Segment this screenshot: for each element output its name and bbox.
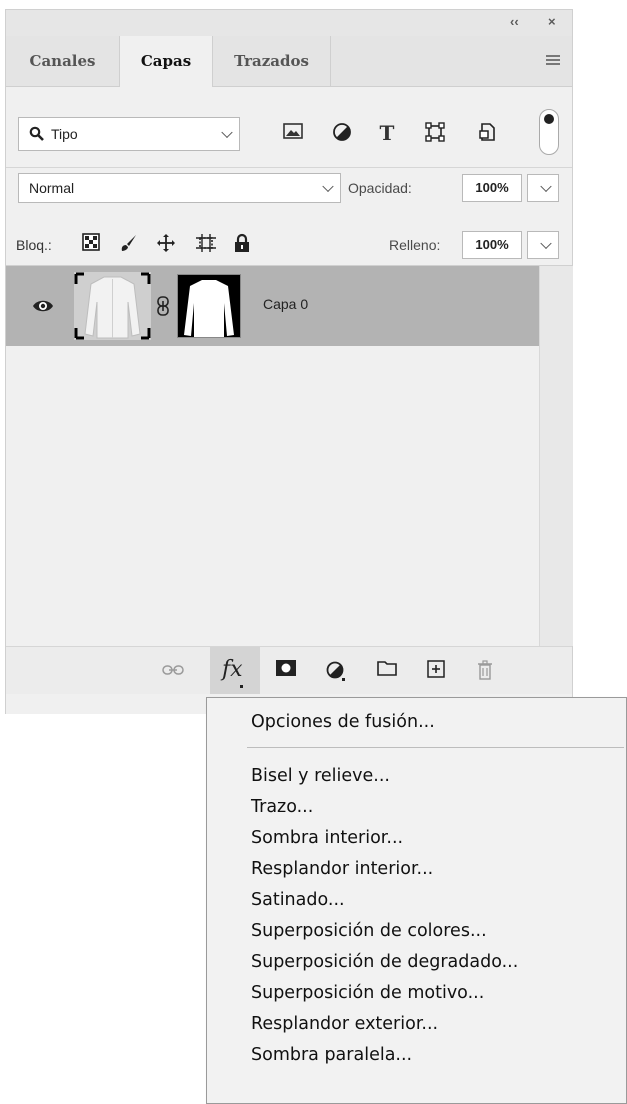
layer-style-fx-button[interactable]: fx — [210, 647, 260, 695]
tab-capas[interactable]: Capas — [120, 36, 213, 87]
blend-mode-dropdown[interactable]: Normal — [18, 173, 341, 203]
menu-item-inner-shadow[interactable]: Sombra interior... — [251, 828, 403, 848]
tab-trazados[interactable]: Trazados — [213, 36, 331, 86]
shape-filter-icon[interactable] — [424, 122, 446, 144]
lock-image-pixels-icon[interactable] — [117, 233, 139, 255]
folder-icon[interactable] — [375, 660, 399, 682]
eye-visibility-icon[interactable] — [32, 295, 54, 317]
tab-canales[interactable]: Canales — [6, 36, 120, 86]
shirt-thumbnail-icon — [74, 272, 151, 340]
menu-item-drop-shadow[interactable]: Sombra paralela... — [251, 1045, 412, 1065]
new-layer-icon[interactable] — [424, 660, 448, 682]
fx-icon: fx — [222, 657, 243, 682]
lock-all-icon[interactable] — [231, 233, 253, 255]
opacity-slider-button[interactable] — [527, 174, 559, 202]
lock-position-icon[interactable] — [155, 233, 177, 255]
fill-label: Relleno: — [389, 237, 441, 253]
menu-item-satin[interactable]: Satinado... — [251, 890, 345, 910]
menu-item-pattern-overlay[interactable]: Superposición de motivo... — [251, 983, 484, 1003]
adjustment-layer-icon[interactable] — [324, 660, 348, 682]
panel-menu-icon[interactable] — [546, 55, 560, 67]
fill-slider-button[interactable] — [527, 231, 559, 259]
filter-kind-label: Tipo — [51, 126, 78, 142]
layer-mask-thumbnail[interactable] — [177, 274, 241, 338]
lock-transparent-pixels-icon[interactable] — [80, 233, 102, 255]
layer-style-menu: Opciones de fusión... Bisel y relieve...… — [206, 697, 627, 1104]
lock-artboard-icon[interactable] — [195, 233, 217, 255]
lock-row: Bloq.: Relleno: 100% — [6, 217, 572, 266]
opacity-input[interactable]: 100% — [462, 174, 522, 202]
panel-tabs: Canales Capas Trazados — [6, 36, 572, 87]
link-layers-icon[interactable] — [161, 660, 185, 682]
type-filter-icon[interactable]: T — [376, 122, 398, 144]
chevron-down-icon — [540, 180, 552, 193]
chevron-down-icon — [322, 180, 334, 193]
image-filter-icon[interactable] — [282, 122, 304, 144]
add-mask-icon[interactable] — [274, 660, 298, 682]
trash-icon[interactable] — [473, 660, 497, 682]
toggle-knob — [544, 114, 554, 124]
layers-scrollbar[interactable] — [539, 266, 573, 646]
menu-item-inner-glow[interactable]: Resplandor interior... — [251, 859, 433, 879]
blend-row: Normal Opacidad: 100% — [6, 168, 572, 208]
panel-titlebar: ‹‹ × — [6, 10, 572, 36]
menu-item-gradient-overlay[interactable]: Superposición de degradado... — [251, 952, 518, 972]
layers-list: Capa 0 — [6, 266, 539, 646]
menu-separator — [247, 747, 624, 748]
layers-panel: ‹‹ × Canales Capas Trazados Tipo T Norma… — [5, 9, 573, 714]
close-icon[interactable]: × — [548, 15, 556, 29]
layer-thumbnail[interactable] — [74, 272, 151, 340]
layer-row[interactable]: Capa 0 — [6, 266, 539, 346]
fill-input[interactable]: 100% — [462, 231, 522, 259]
menu-item-blending-options[interactable]: Opciones de fusión... — [251, 712, 435, 732]
filter-kind-dropdown[interactable]: Tipo — [18, 117, 240, 151]
shirt-mask-icon — [184, 280, 234, 337]
opacity-label: Opacidad: — [348, 180, 412, 196]
menu-item-bevel-emboss[interactable]: Bisel y relieve... — [251, 766, 390, 786]
mask-link-icon[interactable] — [155, 296, 171, 316]
adjustment-filter-icon[interactable] — [331, 122, 353, 144]
filter-row: Tipo T — [6, 87, 572, 168]
chevron-down-icon — [221, 126, 233, 139]
chevron-down-icon — [540, 237, 552, 250]
smart-object-filter-icon[interactable] — [476, 122, 498, 144]
menu-item-outer-glow[interactable]: Resplandor exterior... — [251, 1014, 438, 1034]
lock-label: Bloq.: — [16, 237, 52, 253]
dropdown-indicator — [240, 685, 243, 688]
menu-item-color-overlay[interactable]: Superposición de colores... — [251, 921, 487, 941]
search-icon — [29, 126, 44, 141]
blend-mode-value: Normal — [29, 180, 75, 196]
double-chevron-left-icon[interactable]: ‹‹ — [510, 15, 519, 29]
layer-name[interactable]: Capa 0 — [263, 296, 308, 312]
menu-item-stroke[interactable]: Trazo... — [251, 797, 313, 817]
layers-bottom-toolbar: fx — [6, 646, 572, 695]
filter-toggle-switch[interactable] — [539, 109, 559, 155]
